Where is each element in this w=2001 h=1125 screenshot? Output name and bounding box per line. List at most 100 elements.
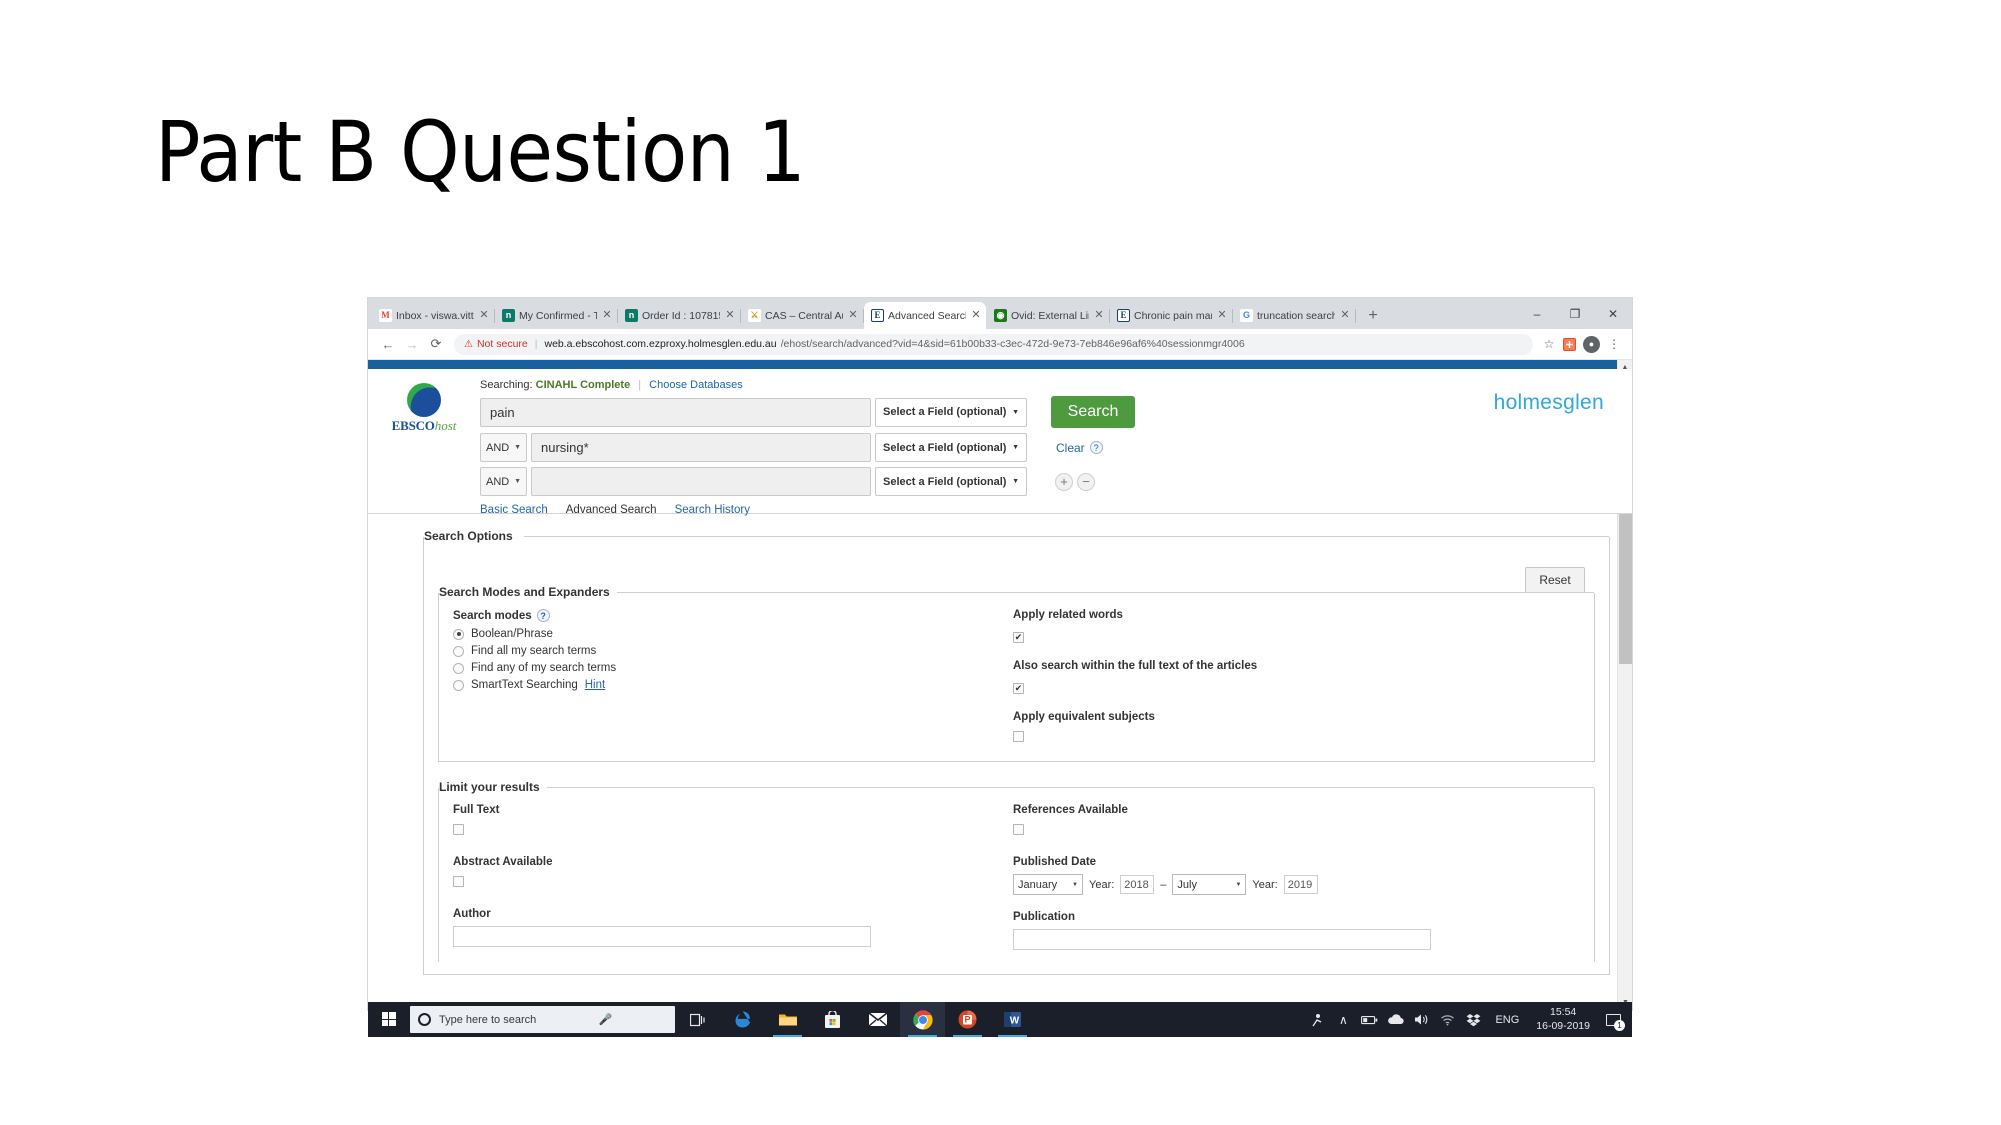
choose-databases-link[interactable]: Choose Databases — [649, 379, 743, 391]
field-select-3[interactable]: Select a Field (optional) ▼ — [875, 467, 1027, 496]
help-icon[interactable]: ? — [1089, 441, 1103, 454]
close-icon[interactable]: ✕ — [1339, 310, 1351, 321]
close-icon[interactable]: ✕ — [1093, 310, 1105, 321]
close-icon[interactable]: ✕ — [970, 310, 982, 321]
ovid-icon: ◉ — [994, 309, 1007, 322]
browser-toolbar: ← → ⟳ ⚠ Not secure | web.a.ebscohost.com… — [368, 329, 1632, 360]
checkbox-icon[interactable] — [1013, 824, 1024, 835]
author-field-group: Author — [453, 908, 1013, 947]
radio-icon[interactable] — [453, 645, 464, 657]
maximize-button[interactable]: ❐ — [1556, 298, 1594, 329]
search-term-input-3[interactable] — [531, 467, 871, 496]
file-explorer-icon[interactable] — [765, 1002, 810, 1037]
browser-menu-icon[interactable]: ⋮ — [1604, 334, 1624, 354]
search-term-input-1[interactable]: pain — [480, 397, 871, 427]
close-icon[interactable]: ✕ — [478, 310, 490, 321]
published-date-from-month-select[interactable]: January ▼ — [1013, 874, 1083, 895]
search-mode-find-any[interactable]: Find any of my search terms — [453, 662, 1013, 674]
browser-tab-advanced-search[interactable]: E Advanced Search: ✕ — [864, 302, 986, 329]
word-icon[interactable]: W — [990, 1002, 1035, 1037]
browser-tab-ovid[interactable]: ◉ Ovid: External Link ✕ — [987, 302, 1110, 329]
tab-label: CAS – Central Auth — [765, 309, 843, 322]
radio-icon[interactable] — [453, 662, 464, 674]
search-mode-boolean-phrase[interactable]: Boolean/Phrase — [453, 628, 1013, 640]
published-date-from-year-input[interactable]: 2018 — [1120, 875, 1155, 894]
limit-abstract-available: Abstract Available — [453, 856, 1013, 892]
ebscohost-logo[interactable]: EBSCOhost — [386, 383, 462, 432]
back-icon[interactable]: ← — [376, 332, 400, 356]
published-date-to-year-input[interactable]: 2019 — [1283, 875, 1318, 894]
wifi-icon[interactable] — [1434, 1002, 1460, 1037]
search-mode-find-all[interactable]: Find all my search terms — [453, 645, 1013, 657]
bookmark-star-icon[interactable]: ☆ — [1539, 334, 1559, 354]
radio-icon[interactable] — [453, 628, 464, 640]
field-select-1[interactable]: Select a Field (optional) ▼ — [875, 397, 1027, 427]
remove-row-button[interactable]: − — [1077, 472, 1095, 491]
taskbar-search-input[interactable]: Type here to search 🎤 — [410, 1006, 675, 1033]
boolean-select-3[interactable]: AND ▼ — [480, 467, 527, 496]
publication-input[interactable] — [1013, 929, 1431, 950]
checkbox-icon[interactable] — [1013, 731, 1024, 742]
checkbox-icon[interactable]: ✔ — [1013, 632, 1024, 643]
browser-tab-order-id[interactable]: n Order Id : 1078151 ✕ — [618, 302, 741, 329]
help-icon[interactable]: ? — [536, 609, 550, 622]
browser-tab-inbox[interactable]: M Inbox - viswa.vitta ✕ — [372, 302, 495, 329]
forward-icon[interactable]: → — [400, 332, 424, 356]
mail-icon[interactable] — [855, 1002, 900, 1037]
edge-icon[interactable] — [720, 1002, 765, 1037]
browser-tab-my-confirmed[interactable]: n My Confirmed - T ✕ — [495, 302, 618, 329]
ebscohost-wordmark: EBSCOhost — [391, 418, 457, 433]
close-window-button[interactable]: ✕ — [1594, 298, 1632, 329]
extension-icon[interactable] — [1559, 334, 1579, 354]
close-icon[interactable]: ✕ — [601, 310, 613, 321]
start-button[interactable] — [368, 1002, 410, 1037]
search-mode-smarttext[interactable]: SmartText Searching Hint — [453, 679, 1013, 691]
holmesglen-logo: holmesglen — [1493, 391, 1604, 414]
task-view-icon[interactable] — [675, 1002, 720, 1037]
microsoft-store-icon[interactable] — [810, 1002, 855, 1037]
date-range-dash: – — [1160, 878, 1167, 891]
reset-button[interactable]: Reset — [1525, 567, 1585, 593]
powerpoint-icon[interactable]: P — [945, 1002, 990, 1037]
profile-avatar[interactable]: ● — [1583, 335, 1600, 353]
checkbox-icon[interactable]: ✔ — [1013, 683, 1024, 694]
search-term-input-2[interactable]: nursing* — [531, 433, 871, 462]
checkbox-icon[interactable] — [453, 876, 464, 887]
radio-icon[interactable] — [453, 679, 464, 691]
browser-tab-cas[interactable]: ⚔ CAS – Central Auth ✕ — [741, 302, 864, 329]
published-date-to-month-select[interactable]: July ▼ — [1172, 874, 1247, 895]
close-icon[interactable]: ✕ — [724, 310, 736, 321]
boolean-select-2[interactable]: AND ▼ — [480, 433, 527, 462]
url-path: /ehost/search/advanced?vid=4&sid=61b00b3… — [780, 338, 1245, 350]
volume-icon[interactable] — [1408, 1002, 1434, 1037]
show-hidden-icons-chevron[interactable]: ∧ — [1330, 1002, 1356, 1037]
search-button[interactable]: Search — [1051, 396, 1135, 428]
minimize-button[interactable]: – — [1518, 298, 1556, 329]
limits-left-column: Full Text Abstract Available Author — [453, 804, 1013, 950]
language-indicator[interactable]: ENG — [1486, 1014, 1528, 1026]
notifications-button[interactable]: 1 — [1598, 1002, 1628, 1037]
taskbar-clock[interactable]: 15:54 16-09-2019 — [1528, 1006, 1598, 1032]
smarttext-hint-link[interactable]: Hint — [585, 679, 605, 691]
onedrive-icon[interactable] — [1382, 1002, 1408, 1037]
field-select-2[interactable]: Select a Field (optional) ▼ — [875, 433, 1027, 462]
search-row-3: AND ▼ Select a Field (optional) ▼ + − — [480, 467, 1612, 496]
close-icon[interactable]: ✕ — [847, 310, 859, 321]
add-row-button[interactable]: + — [1055, 472, 1073, 491]
close-icon[interactable]: ✕ — [1216, 310, 1228, 321]
dropbox-icon[interactable] — [1460, 1002, 1486, 1037]
published-date-label: Published Date — [1013, 856, 1097, 868]
mic-icon[interactable]: 🎤 — [599, 1013, 667, 1026]
battery-icon[interactable] — [1356, 1002, 1382, 1037]
pen-icon[interactable] — [1304, 1002, 1330, 1037]
new-tab-button[interactable]: + — [1360, 303, 1386, 329]
checkbox-icon[interactable] — [453, 824, 464, 835]
reload-icon[interactable]: ⟳ — [424, 332, 448, 356]
current-database: CINAHL Complete — [535, 379, 631, 391]
clear-link[interactable]: Clear — [1056, 441, 1085, 455]
address-bar[interactable]: ⚠ Not secure | web.a.ebscohost.com.ezpro… — [454, 333, 1533, 355]
author-input[interactable] — [453, 926, 871, 947]
chrome-icon[interactable] — [900, 1002, 945, 1037]
browser-tab-chronic-pain[interactable]: E Chronic pain man ✕ — [1110, 302, 1233, 329]
browser-tab-truncation-search[interactable]: G truncation search - ✕ — [1233, 302, 1356, 329]
